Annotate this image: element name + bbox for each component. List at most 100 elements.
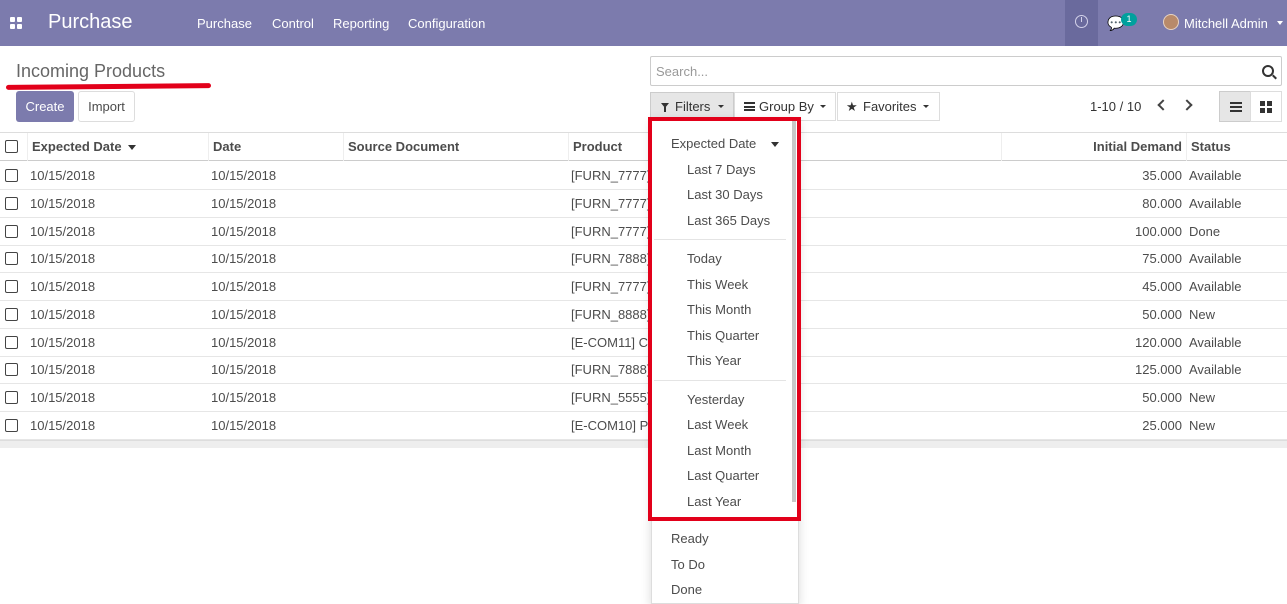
header-initial-demand[interactable]: Initial Demand (1001, 133, 1186, 161)
cell-product: [E-COM10] P (571, 417, 649, 433)
cell-expected-date: 10/15/2018 (30, 417, 96, 433)
chevron-down-icon (820, 105, 826, 108)
chevron-down-icon (718, 105, 724, 108)
sort-desc-icon (127, 145, 136, 151)
list-icon (1230, 102, 1242, 112)
chevron-down-icon[interactable] (1277, 21, 1283, 25)
filter-to-do[interactable]: To Do (671, 557, 705, 572)
row-checkbox[interactable] (5, 363, 18, 377)
create-button[interactable]: Create (16, 91, 74, 122)
cell-date: 10/15/2018 (211, 306, 277, 322)
table-row[interactable]: 10/15/2018 10/15/2018 [E-COM10] P 25.000 New (0, 412, 1287, 440)
cell-expected-date: 10/15/2018 (30, 390, 96, 405)
filter-ready[interactable]: Ready (671, 531, 709, 546)
row-checkbox[interactable] (5, 335, 18, 349)
table-row[interactable]: 10/15/2018 10/15/2018 [FURN_5555] 50.000 New (0, 384, 1287, 412)
cell-initial-demand: 100.000 (1135, 223, 1182, 239)
cell-product: [FURN_7777] (571, 195, 649, 211)
row-checkbox[interactable] (5, 280, 18, 293)
header-source-document[interactable]: Source Document (343, 133, 568, 161)
kanban-view-button[interactable] (1250, 91, 1282, 122)
cell-date: 10/15/2018 (211, 223, 277, 239)
cell-status: New (1189, 417, 1216, 433)
apps-menu-icon[interactable] (10, 17, 22, 29)
cell-status: Available (1189, 279, 1242, 294)
menu-purchase[interactable]: Purchase (197, 16, 252, 31)
cell-expected-date: 10/15/2018 (30, 362, 96, 378)
table-row[interactable]: 10/15/2018 10/15/2018 [FURN_7777] 100.000 Do… (0, 218, 1287, 246)
search-icon[interactable] (1262, 65, 1274, 77)
page-title: Incoming Products (16, 61, 166, 81)
cell-expected-date: 10/15/2018 (30, 223, 96, 239)
cell-product: [FURN_5555] (571, 390, 649, 405)
chevron-left-icon[interactable] (1157, 99, 1169, 111)
table-row[interactable]: 10/15/2018 10/15/2018 [E-COM11] C 120.000 Av… (0, 329, 1287, 357)
table-row[interactable]: 10/15/2018 10/15/2018 [FURN_7777] 35.000 Ava… (0, 162, 1287, 190)
cell-expected-date: 10/15/2018 (30, 168, 96, 183)
table-row[interactable]: 10/15/2018 10/15/2018 [FURN_8888] 50.000 New (0, 301, 1287, 329)
favorites-button[interactable]: ★ Favorites (837, 92, 940, 121)
cell-status: Available (1189, 362, 1242, 378)
table-row[interactable]: 10/15/2018 10/15/2018 [FURN_7777] 45.000 Ava… (0, 273, 1287, 301)
row-checkbox[interactable] (5, 224, 18, 238)
row-checkbox[interactable] (5, 169, 18, 182)
table-row[interactable]: 10/15/2018 10/15/2018 [FURN_7888] 125.000 Av… (0, 356, 1287, 385)
header-status[interactable]: Status (1186, 133, 1287, 161)
chevron-right-icon[interactable] (1181, 99, 1193, 111)
menu-reporting[interactable]: Reporting (333, 16, 389, 31)
pager-value[interactable]: 1-10 / 10 (1090, 99, 1141, 114)
highlight-box (648, 117, 801, 521)
cell-initial-demand: 125.000 (1135, 362, 1182, 378)
cell-initial-demand: 50.000 (1142, 306, 1182, 322)
cell-date: 10/15/2018 (211, 168, 277, 183)
row-checkbox[interactable] (5, 252, 18, 266)
cell-expected-date: 10/15/2018 (30, 195, 96, 211)
cell-date: 10/15/2018 (211, 195, 277, 211)
cell-date: 10/15/2018 (211, 279, 277, 294)
header-date[interactable]: Date (208, 133, 343, 161)
table-header: Expected Date Date Source Document Produ… (0, 132, 1287, 161)
cell-status: Available (1189, 334, 1242, 350)
menu-control[interactable]: Control (272, 16, 314, 31)
table-row[interactable]: 10/15/2018 10/15/2018 [FURN_7777] 80.000 Ava… (0, 190, 1287, 218)
menu-configuration[interactable]: Configuration (408, 16, 485, 31)
cell-expected-date: 10/15/2018 (30, 334, 96, 350)
cell-status: Available (1189, 195, 1242, 211)
cell-product: [FURN_7777] (571, 168, 649, 183)
import-button[interactable]: Import (78, 91, 135, 122)
cell-initial-demand: 120.000 (1135, 334, 1182, 350)
cell-status: Available (1189, 251, 1242, 267)
cell-expected-date: 10/15/2018 (30, 306, 96, 322)
filter-icon (661, 103, 669, 112)
cell-source-document (347, 329, 565, 356)
cell-date: 10/15/2018 (211, 390, 277, 405)
cell-source-document (347, 162, 565, 189)
cell-expected-date: 10/15/2018 (30, 279, 96, 294)
filter-done[interactable]: Done (671, 582, 702, 597)
header-expected-date[interactable]: Expected Date (27, 133, 208, 161)
cell-initial-demand: 50.000 (1142, 390, 1182, 405)
avatar[interactable] (1163, 14, 1179, 30)
cell-product: [FURN_7888] (571, 362, 649, 378)
header-expected-date-label: Expected Date (32, 139, 122, 154)
cell-product: [FURN_8888] (571, 306, 649, 322)
row-checkbox[interactable] (5, 196, 18, 210)
user-menu[interactable]: Mitchell Admin (1184, 16, 1268, 31)
row-checkbox[interactable] (5, 307, 18, 321)
cell-date: 10/15/2018 (211, 251, 277, 267)
cell-product: [FURN_7888] (571, 251, 649, 267)
clock-icon[interactable] (1075, 15, 1088, 28)
favorites-label: Favorites (863, 99, 917, 114)
cell-product: [FURN_7777] (571, 223, 649, 239)
cell-source-document (347, 190, 565, 217)
list-view-button[interactable] (1219, 91, 1251, 122)
select-all-checkbox[interactable] (5, 140, 18, 153)
cell-product: [E-COM11] C (571, 334, 649, 350)
app-name[interactable]: Purchase (48, 11, 133, 34)
table-row[interactable]: 10/15/2018 10/15/2018 [FURN_7888] 75.000 Ava… (0, 245, 1287, 274)
cell-initial-demand: 25.000 (1142, 417, 1182, 433)
row-checkbox[interactable] (5, 391, 18, 404)
cell-status: Available (1189, 168, 1242, 183)
row-checkbox[interactable] (5, 418, 18, 432)
search-input[interactable] (656, 64, 1246, 79)
